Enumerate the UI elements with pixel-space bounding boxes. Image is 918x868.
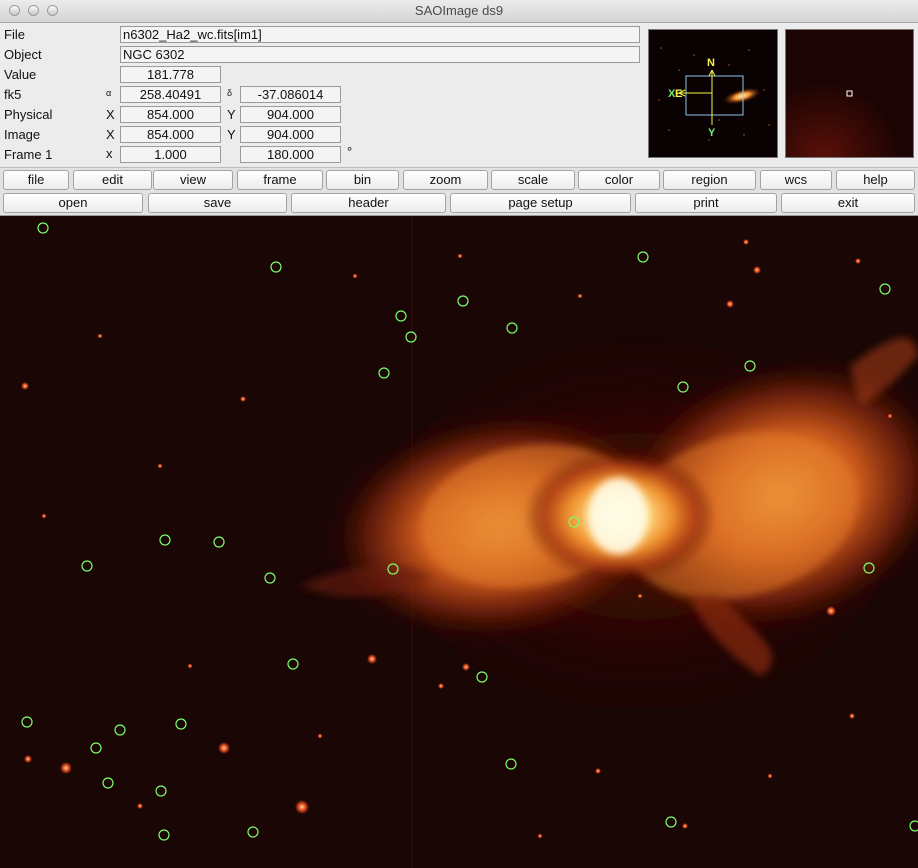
menu-wcs-button[interactable]: wcs: [760, 170, 832, 190]
physical-x-field: 854.000: [120, 106, 221, 123]
menu-scale-button[interactable]: scale: [491, 170, 575, 190]
menu-zoom-button[interactable]: zoom: [403, 170, 488, 190]
y-axis-label: Y: [708, 127, 716, 139]
object-field: NGC 6302: [120, 46, 640, 63]
menu-edit-button[interactable]: edit: [73, 170, 152, 190]
object-label: Object: [4, 47, 42, 62]
frame-angle-field: 180.000: [240, 146, 341, 163]
menu-region-button[interactable]: region: [663, 170, 756, 190]
menu-view-button[interactable]: view: [153, 170, 233, 190]
delta-symbol: δ: [227, 88, 233, 98]
physical-label: Physical: [4, 107, 53, 122]
open-button[interactable]: open: [3, 193, 143, 213]
image-y-symbol: Y: [227, 127, 236, 142]
window-title: SAOImage ds9: [414, 3, 504, 18]
physical-y-field: 904.000: [240, 106, 341, 123]
value-field: 181.778: [120, 66, 221, 83]
window-titlebar: SAOImage ds9: [0, 0, 918, 23]
panner-thumbnail: N E X Y: [649, 30, 777, 157]
physical-x-symbol: X: [106, 107, 115, 122]
value-label: Value: [4, 67, 37, 82]
degree-symbol: °: [347, 144, 353, 159]
frame-zoom-field: 1.000: [120, 146, 221, 163]
fk5-alpha-field: 258.40491: [120, 86, 221, 103]
physical-y-symbol: Y: [227, 107, 236, 122]
image-label: Image: [4, 127, 41, 142]
image-canvas[interactable]: [0, 216, 918, 868]
alpha-symbol: α: [106, 88, 112, 98]
zoom-symbol: x: [106, 146, 113, 161]
image-x-field: 854.000: [120, 126, 221, 143]
image-x-symbol: X: [106, 127, 115, 142]
east-label: E: [675, 88, 682, 100]
main-menu-bar: file edit view frame bin zoom scale colo…: [0, 167, 918, 192]
file-label: File: [4, 27, 25, 42]
menu-file-button[interactable]: file: [3, 170, 69, 190]
nebula-image[interactable]: [0, 216, 918, 868]
page-setup-button[interactable]: page setup: [450, 193, 631, 213]
north-label: N: [707, 57, 715, 69]
magnifier-view: [785, 29, 914, 158]
info-panel: File n6302_Ha2_wc.fits[im1] Object NGC 6…: [0, 23, 918, 166]
print-button[interactable]: print: [635, 193, 777, 213]
frame-label: Frame 1: [4, 147, 53, 162]
menu-color-button[interactable]: color: [578, 170, 660, 190]
save-button[interactable]: save: [148, 193, 287, 213]
fk5-label: fk5: [4, 87, 22, 102]
button-bar: open save header page setup print exit: [0, 191, 918, 216]
file-field: n6302_Ha2_wc.fits[im1]: [120, 26, 640, 43]
panner-view[interactable]: N E X Y: [648, 29, 778, 158]
header-button[interactable]: header: [291, 193, 446, 213]
menu-frame-button[interactable]: frame: [237, 170, 323, 190]
fk5-delta-field: -37.086014: [240, 86, 341, 103]
image-y-field: 904.000: [240, 126, 341, 143]
magnifier-image: [786, 30, 913, 157]
menu-help-button[interactable]: help: [836, 170, 915, 190]
menu-bin-button[interactable]: bin: [326, 170, 399, 190]
x-axis-label: X: [668, 88, 676, 100]
exit-button[interactable]: exit: [781, 193, 915, 213]
